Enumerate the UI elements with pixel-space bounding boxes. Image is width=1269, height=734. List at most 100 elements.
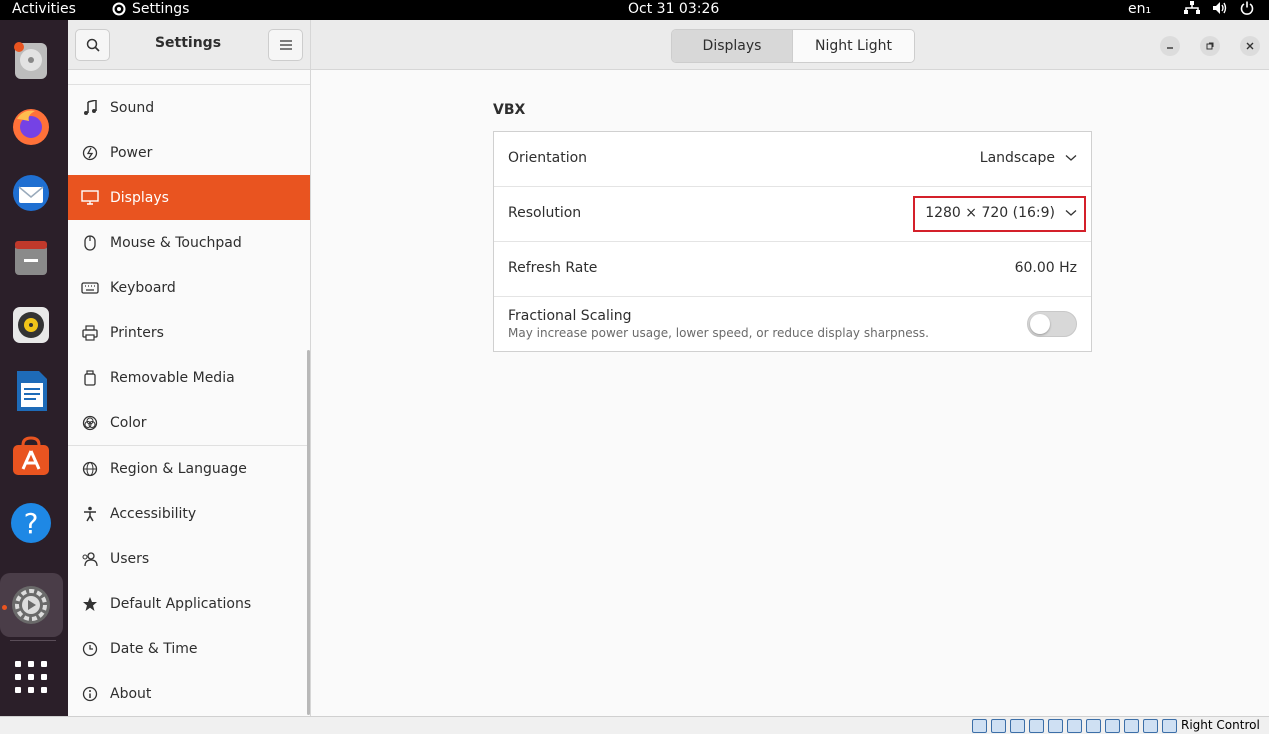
recording-icon[interactable] [1105,719,1120,733]
minimize-button[interactable] [1160,36,1180,56]
orientation-value: Landscape [979,150,1055,166]
resolution-value: 1280 × 720 (16:9) [925,205,1055,221]
resolution-label: Resolution [508,205,582,221]
optical-drive-icon[interactable] [991,719,1006,733]
toggle-knob [1030,314,1050,334]
dock-disks[interactable] [8,38,54,84]
sidebar-item-label: Color [110,414,147,431]
dock-separator [10,640,56,641]
sidebar-item-default-applications[interactable]: Default Applications [68,581,310,626]
fractional-scaling-toggle[interactable] [1027,311,1077,337]
dock-thunderbird[interactable] [8,170,54,216]
orientation-dropdown[interactable]: Landscape [980,150,1077,166]
dock-firefox[interactable] [8,104,54,150]
sidebar-item-power[interactable]: Power [68,130,310,175]
sidebar-item-label: Power [110,144,153,161]
sidebar-item-label: Keyboard [110,279,176,296]
clock[interactable]: Oct 31 03:26 [628,1,719,17]
main-menu-button[interactable] [268,29,303,61]
settings-sidebar: Sound Power Displays Mouse & Touchpad Ke… [68,70,311,716]
dock-software[interactable] [8,434,54,480]
sidebar-item-about[interactable]: About [68,671,310,716]
dock-help[interactable]: ? [8,500,54,546]
sidebar-scrollbar[interactable] [307,350,310,715]
sidebar-item-users[interactable]: Users [68,536,310,581]
sidebar-item-sound[interactable]: Sound [68,85,310,130]
sidebar-item-label: Default Applications [110,595,252,612]
volume-icon [1213,2,1227,14]
keyboard-capture-icon[interactable] [1162,719,1177,733]
mouse-icon [84,234,96,251]
sidebar-item-label: Removable Media [110,369,235,386]
users-icon [82,551,98,566]
keyboard-icon [81,281,99,294]
sidebar-item-mouse-touchpad[interactable]: Mouse & Touchpad [68,220,310,265]
tab-night-light[interactable]: Night Light [793,30,914,62]
sidebar-item-printers[interactable]: Printers [68,310,310,355]
power-icon [82,145,98,160]
mouse-integration-icon[interactable] [1143,719,1158,733]
dock-writer[interactable] [8,368,54,414]
sidebar-item-date-time[interactable]: Date & Time [68,626,310,671]
sidebar-item-region-language[interactable]: Region & Language [68,446,310,491]
search-button[interactable] [75,29,110,61]
sidebar-item-accessibility[interactable]: Accessibility [68,491,310,536]
hard-disk-icon[interactable] [972,719,987,733]
maximize-button[interactable] [1200,36,1220,56]
input-language[interactable]: en₁ [1128,1,1151,17]
dock: ? [0,20,68,716]
close-icon [1246,42,1254,50]
sidebar-item-keyboard[interactable]: Keyboard [68,265,310,310]
audio-icon[interactable] [1010,719,1025,733]
minimize-icon [1167,47,1173,49]
settings-icon [12,586,50,624]
dock-settings[interactable] [8,582,54,628]
clock-icon [82,641,98,656]
sidebar-item-label: Accessibility [110,505,197,522]
firefox-icon [13,109,49,145]
app-grid-icon [15,661,47,693]
vm-status-bar: Right Control [0,716,1269,734]
network-icon [1184,1,1200,14]
fractional-scaling-label: Fractional Scaling [508,308,632,324]
sidebar-item-color[interactable]: Color [68,400,310,445]
sidebar-item-label: Users [110,550,150,567]
restore-icon [1206,42,1214,50]
refresh-rate-value: 60.00 Hz [1014,260,1077,276]
sidebar-header: Settings [68,20,311,70]
main-header: Displays Night Light [311,20,1269,70]
system-tray[interactable] [1184,1,1254,15]
sidebar-item-removable-media[interactable]: Removable Media [68,355,310,400]
close-button[interactable] [1240,36,1260,56]
top-bar: Activities Settings Oct 31 03:26 en₁ [0,0,1269,20]
shared-folders-icon[interactable] [1067,719,1082,733]
virtualization-icon[interactable] [1124,719,1139,733]
app-menu[interactable]: Settings [111,1,189,17]
activities-button[interactable]: Activities [12,1,76,17]
gear-icon [112,2,126,16]
usb-icon[interactable] [1048,719,1063,733]
sidebar-item-label: Sound [110,99,155,116]
app-name: Settings [132,1,190,17]
display-settings-icon[interactable] [1086,719,1101,733]
fractional-scaling-row[interactable]: Fractional Scaling May increase power us… [494,297,1091,352]
dock-rhythmbox[interactable] [8,302,54,348]
refresh-rate-row[interactable]: Refresh Rate 60.00 Hz [494,242,1091,297]
sidebar-item-displays[interactable]: Displays [68,175,310,220]
tab-displays[interactable]: Displays [672,30,793,62]
orientation-row[interactable]: Orientation Landscape [494,132,1091,187]
star-icon [83,596,97,611]
rhythmbox-icon [13,307,49,343]
sidebar-item-label: Printers [110,324,164,341]
power-menu-icon [1240,1,1254,15]
sidebar-item-label: Date & Time [110,640,198,657]
resolution-dropdown[interactable]: 1280 × 720 (16:9) [925,205,1077,221]
printer-icon [82,324,98,341]
show-applications-button[interactable] [8,654,54,700]
thunderbird-icon [13,175,49,211]
writer-icon [17,371,47,411]
resolution-row[interactable]: Resolution 1280 × 720 (16:9) [494,187,1091,242]
network-adapter-icon[interactable] [1029,719,1044,733]
dock-files[interactable] [8,236,54,282]
sidebar-item-label: Displays [110,189,169,206]
